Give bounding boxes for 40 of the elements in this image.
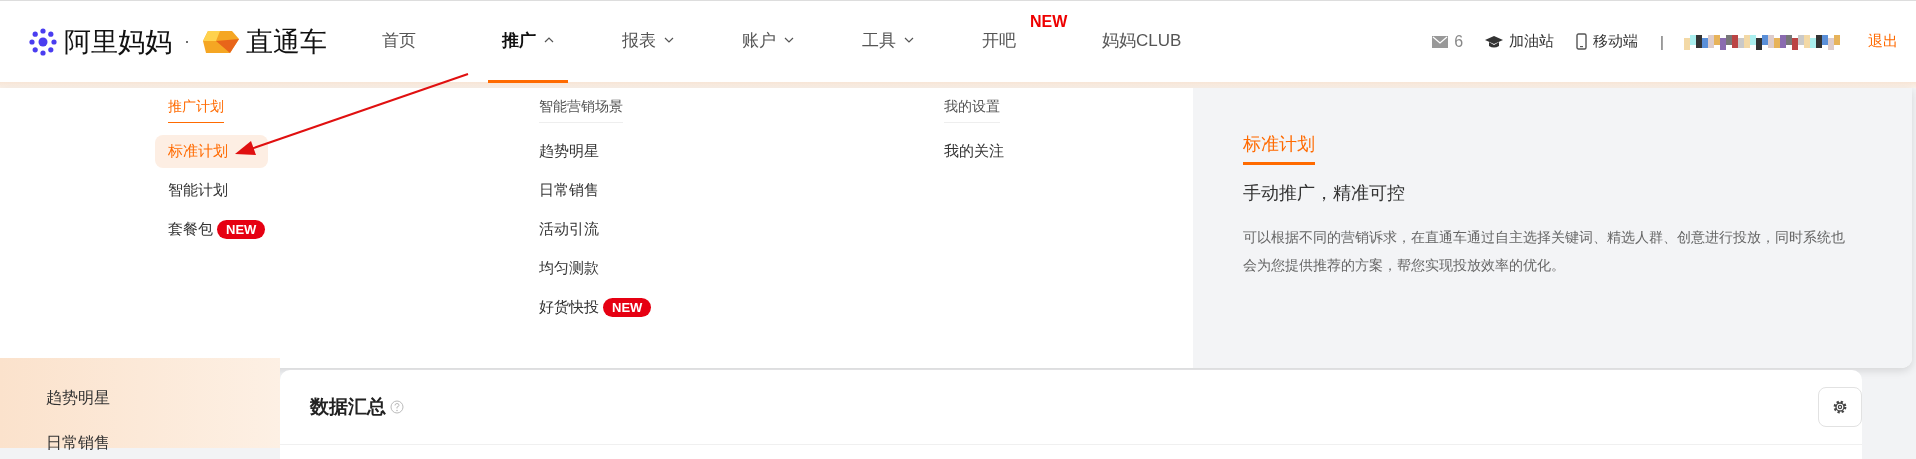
menu-item[interactable]: 活动引流 xyxy=(526,213,612,246)
card-title: 数据汇总 xyxy=(310,395,386,419)
menu-item[interactable]: 智能计划 xyxy=(155,174,241,207)
sidebar-item[interactable]: 日常销售 xyxy=(46,433,280,459)
settings-icon xyxy=(1832,399,1848,415)
header-link[interactable]: 移动端 xyxy=(1593,32,1639,51)
mail-icon xyxy=(1432,35,1449,48)
menu-heading[interactable]: 智能营销场景 xyxy=(539,98,623,123)
sidebar-item[interactable]: 趋势明星 xyxy=(46,388,280,433)
nav-tab[interactable]: 工具 xyxy=(848,0,928,83)
gem-logo-icon xyxy=(202,28,240,55)
header-link[interactable]: 加油站 xyxy=(1509,32,1555,51)
menu-item[interactable]: 我的关注 xyxy=(931,135,1017,168)
settings-button[interactable] xyxy=(1818,387,1862,427)
new-badge: NEW xyxy=(603,298,652,317)
nav-tab[interactable]: 账户 xyxy=(728,0,808,83)
detail-subtitle: 手动推广，精准可控 xyxy=(1243,182,1406,205)
graduation-cap-icon xyxy=(1485,34,1504,49)
message-count[interactable]: 6 xyxy=(1454,32,1464,51)
menu-item[interactable]: 趋势明星 xyxy=(526,135,612,168)
brand-logo-icon xyxy=(28,26,58,57)
product-name: 直通车 xyxy=(246,25,327,59)
help-icon xyxy=(390,400,404,414)
menu-item[interactable]: 均匀测款 xyxy=(526,252,612,285)
menu-item[interactable]: 套餐包 xyxy=(155,213,217,246)
logo-separator: · xyxy=(184,31,190,52)
menu-item[interactable]: 日常销售 xyxy=(526,174,612,207)
nav-tab[interactable]: 开吧 xyxy=(968,0,1030,83)
menu-heading[interactable]: 我的设置 xyxy=(944,98,1000,123)
new-label: NEW xyxy=(1030,12,1068,31)
new-badge: NEW xyxy=(217,220,266,239)
detail-description: 可以根据不同的营销诉求，在直通车通过自主选择关键词、精选人群、创意进行投放，同时系统也会为您提供推荐的方案，帮您实现投放效率的优化。 xyxy=(1243,228,1846,275)
header-separator: | xyxy=(1660,33,1664,50)
nav-tab[interactable]: 首页 xyxy=(368,0,430,83)
brand-name: 阿里妈妈 xyxy=(64,25,172,59)
detail-title: 标准计划 xyxy=(1243,132,1315,165)
nav-tab[interactable]: 妈妈CLUB xyxy=(1088,0,1196,83)
nav-tab[interactable]: 报表 xyxy=(608,0,688,83)
phone-icon xyxy=(1576,33,1588,50)
menu-item[interactable]: 好货快投 xyxy=(526,291,603,324)
